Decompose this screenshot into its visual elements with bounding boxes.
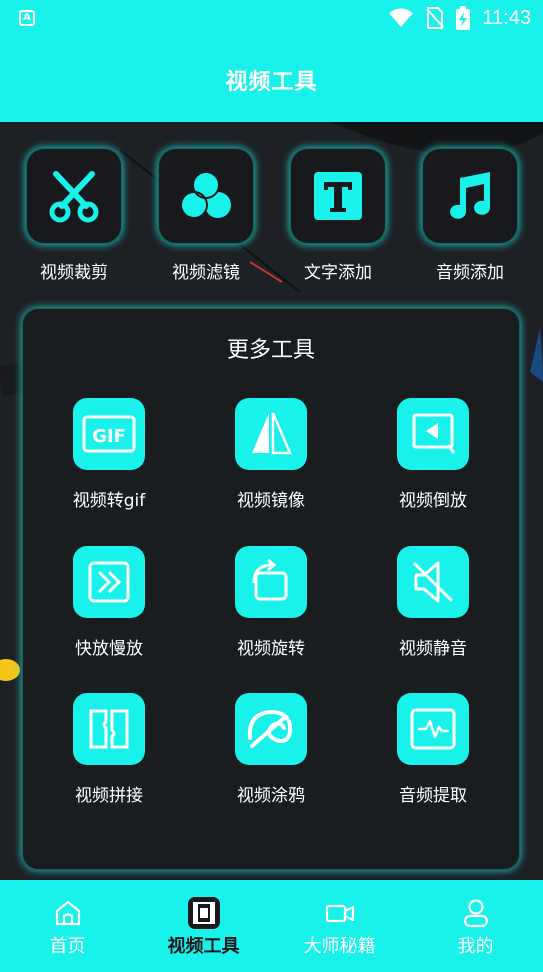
tool-label: 视频镜像 — [237, 491, 305, 511]
tool-video-to-gif[interactable]: GIF 视频转gif — [44, 398, 174, 511]
tool-tile[interactable] — [26, 148, 122, 244]
status-time: 11:43 — [482, 6, 531, 29]
filter-circles-icon — [180, 171, 231, 219]
tool-video-splice[interactable]: 视频拼接 — [44, 693, 174, 806]
battery-charging-icon — [456, 6, 471, 30]
no-sim-icon — [426, 7, 445, 29]
home-icon — [51, 896, 85, 930]
tool-label: 音频添加 — [436, 263, 504, 283]
mirror-icon — [252, 412, 292, 455]
video-camera-icon — [323, 896, 357, 930]
gif-icon-text: GIF — [92, 426, 126, 447]
tool-label: 快放慢放 — [75, 639, 143, 659]
tool-label: 视频旋转 — [237, 639, 305, 659]
tool-icon-tile[interactable]: GIF — [73, 398, 145, 470]
tool-icon-tile[interactable] — [235, 398, 307, 470]
tool-label: 视频倒放 — [399, 491, 467, 511]
tool-video-crop[interactable]: 视频裁剪 — [26, 148, 122, 283]
splice-icon — [89, 709, 129, 749]
tool-video-reverse[interactable]: 视频倒放 — [368, 398, 498, 511]
doodle-icon — [247, 709, 293, 748]
tool-video-doodle[interactable]: 视频涂鸦 — [206, 693, 336, 806]
tool-audio-extract[interactable]: 音频提取 — [368, 693, 498, 806]
app-header: 视频工具 — [0, 38, 543, 122]
user-icon — [459, 896, 493, 930]
tool-label: 视频拼接 — [75, 786, 143, 806]
music-note-icon — [450, 172, 490, 219]
film-icon — [187, 896, 221, 930]
status-icons: 11:43 — [388, 6, 531, 30]
tool-icon-tile[interactable] — [397, 693, 469, 765]
tool-label: 视频转gif — [72, 491, 146, 511]
tool-label: 视频涂鸦 — [237, 786, 305, 806]
tool-label: 视频滤镜 — [172, 263, 240, 283]
nav-video-tools[interactable]: 视频工具 — [136, 880, 271, 972]
reverse-icon — [412, 413, 456, 454]
tool-video-mirror[interactable]: 视频镜像 — [206, 398, 336, 511]
scissors-icon — [49, 171, 99, 223]
fast-forward-icon — [88, 561, 130, 603]
nav-master-tips[interactable]: 大师秘籍 — [272, 880, 407, 972]
tool-audio-add[interactable]: 音频添加 — [422, 148, 518, 283]
more-tools-panel: 更多工具 GIF 视频转gif 视频镜像 视频倒放 快放慢放 视频旋转 视频静音… — [22, 308, 520, 870]
tool-text-add[interactable]: 文字添加 — [290, 148, 386, 283]
tool-icon-tile[interactable] — [73, 693, 145, 765]
wifi-icon — [389, 8, 414, 27]
tool-video-filter[interactable]: 视频滤镜 — [158, 148, 254, 283]
nav-profile[interactable]: 我的 — [408, 880, 543, 972]
tool-video-mute[interactable]: 视频静音 — [368, 546, 498, 659]
tool-label: 视频裁剪 — [40, 263, 108, 283]
tool-label: 视频静音 — [399, 639, 467, 659]
tool-icon-tile[interactable] — [73, 546, 145, 618]
tool-icon-tile[interactable] — [235, 693, 307, 765]
nav-label: 大师秘籍 — [303, 936, 376, 957]
nav-label: 首页 — [49, 936, 86, 957]
bottom-nav: 首页 视频工具 大师秘籍 我的 — [0, 880, 543, 972]
nav-label: 视频工具 — [167, 936, 240, 957]
gif-icon: GIF — [82, 415, 136, 453]
rotate-icon — [252, 558, 288, 601]
mute-icon — [412, 561, 454, 603]
tool-tile[interactable] — [422, 148, 518, 244]
audio-extract-icon — [410, 708, 456, 750]
tool-icon-tile[interactable] — [397, 546, 469, 618]
tool-label: 音频提取 — [399, 786, 467, 806]
notification-badge-icon: A — [19, 10, 35, 26]
panel-title: 更多工具 — [226, 338, 315, 363]
tool-video-rotate[interactable]: 视频旋转 — [206, 546, 336, 659]
tool-tile[interactable] — [290, 148, 386, 244]
tool-speed[interactable]: 快放慢放 — [44, 546, 174, 659]
page-title: 视频工具 — [225, 70, 318, 95]
nav-home[interactable]: 首页 — [0, 880, 135, 972]
nav-label: 我的 — [457, 936, 494, 957]
tool-icon-tile[interactable] — [397, 398, 469, 470]
tool-label: 文字添加 — [304, 263, 372, 283]
text-t-icon — [314, 172, 362, 220]
tool-icon-tile[interactable] — [235, 546, 307, 618]
status-bar: A 11:43 — [0, 0, 543, 38]
tool-tile[interactable] — [158, 148, 254, 244]
